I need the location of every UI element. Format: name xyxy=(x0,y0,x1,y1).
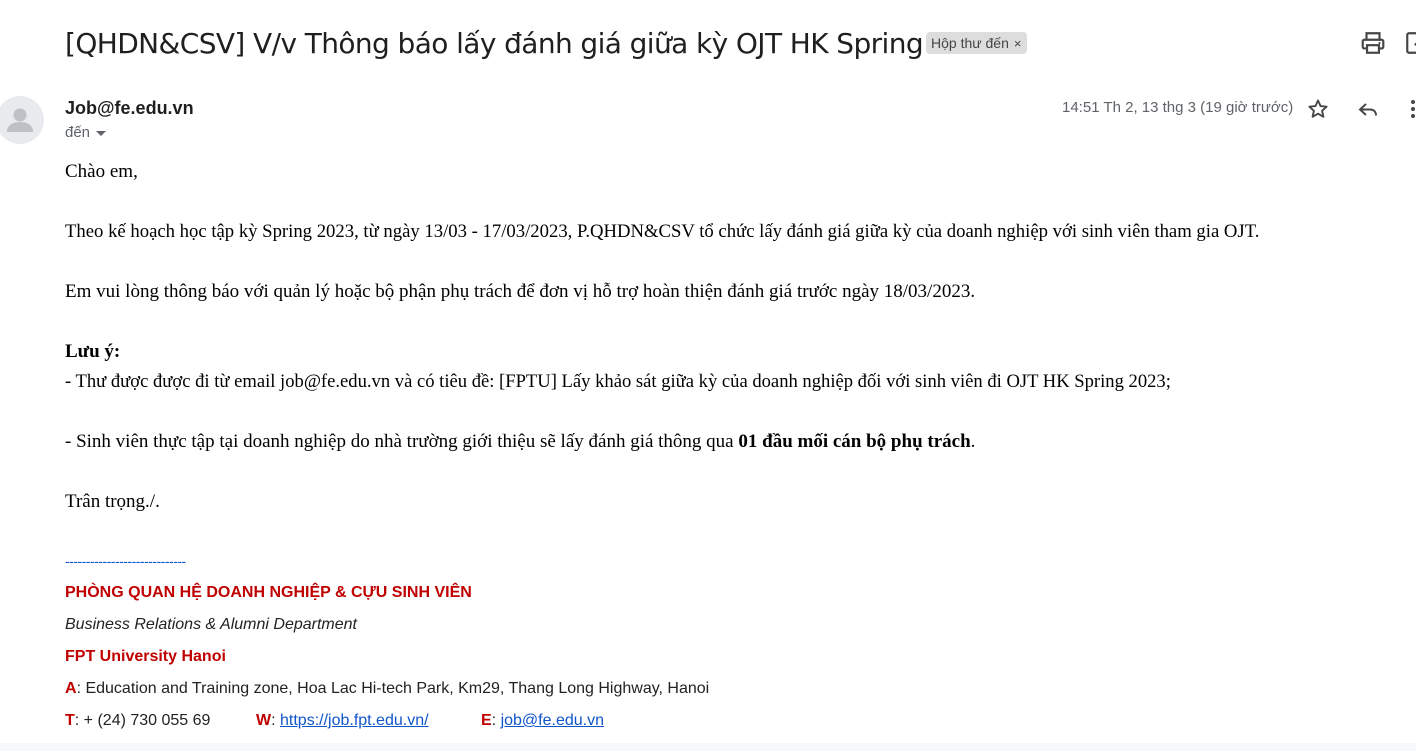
note-item-email: - Thư được được đi từ email job@fe.edu.v… xyxy=(65,371,1171,392)
signature-address: A: Education and Training zone, Hoa Lac … xyxy=(65,679,709,699)
note-title: Lưu ý: xyxy=(65,341,121,362)
greeting: Chào em, xyxy=(65,161,138,182)
address-text: : Education and Training zone, Hoa Lac H… xyxy=(76,680,710,697)
paragraph-request: Em vui lòng thông báo với quản lý hoặc b… xyxy=(65,281,976,302)
note-item-end: . xyxy=(970,431,976,452)
bottom-strip xyxy=(0,743,1416,751)
signature-department-en: Business Relations & Alumni Department xyxy=(65,616,357,633)
remove-label-icon[interactable]: × xyxy=(1014,36,1022,51)
signature-phone: T: + (24) 730 055 69 xyxy=(65,711,210,731)
signature-university: FPT University Hanoi xyxy=(65,648,226,665)
note-item-bold: 01 đầu mối cán bộ phụ trách xyxy=(738,431,971,452)
website-link[interactable]: https://job.fpt.edu.vn/ xyxy=(280,712,429,729)
more-vert-icon[interactable] xyxy=(1402,97,1416,121)
paragraph-schedule: Theo kế hoạch học tập kỳ Spring 2023, từ… xyxy=(65,221,1260,242)
star-icon[interactable] xyxy=(1306,97,1330,121)
sender-address: Job@fe.edu.vn xyxy=(65,98,194,118)
open-in-new-window-icon[interactable] xyxy=(1404,30,1416,56)
note-item-contact: - Sinh viên thực tập tại doanh nghiệp do… xyxy=(65,430,975,454)
phone-label: T xyxy=(65,712,75,729)
signature-email: E: job@fe.edu.vn xyxy=(481,711,604,731)
signature-department-vn: PHÒNG QUAN HỆ DOANH NGHIỆP & CỰU SINH VI… xyxy=(65,584,472,601)
closing: Trân trọng./. xyxy=(65,491,160,512)
web-label: W xyxy=(256,712,272,729)
note-item-text: - Sinh viên thực tập tại doanh nghiệp do… xyxy=(65,431,739,452)
recipient-toggle[interactable]: đến xyxy=(65,123,107,143)
email-subject: [QHDN&CSV] V/v Thông báo lấy đánh giá gi… xyxy=(65,27,1001,60)
email-timestamp: 14:51 Th 2, 13 thg 3 (19 giờ trước) xyxy=(1062,99,1294,116)
signature-divider: ----------------------------- xyxy=(65,553,186,569)
reply-icon[interactable] xyxy=(1356,97,1380,121)
phone-number: : + (24) 730 055 69 xyxy=(74,712,211,729)
label-chip-text: Hộp thư đến xyxy=(931,35,1009,51)
address-label: A xyxy=(65,680,77,697)
email-separator: : xyxy=(491,712,501,729)
person-icon xyxy=(7,108,33,132)
print-icon[interactable] xyxy=(1360,30,1386,56)
chevron-down-icon xyxy=(96,130,107,136)
web-separator: : xyxy=(271,712,280,729)
recipient-label: đến xyxy=(65,124,91,141)
signature-web: W: https://job.fpt.edu.vn/ xyxy=(256,711,429,731)
email-link[interactable]: job@fe.edu.vn xyxy=(501,712,604,729)
email-label: E xyxy=(481,712,492,729)
label-chip-inbox[interactable]: Hộp thư đến × xyxy=(926,32,1028,54)
avatar xyxy=(0,96,44,144)
